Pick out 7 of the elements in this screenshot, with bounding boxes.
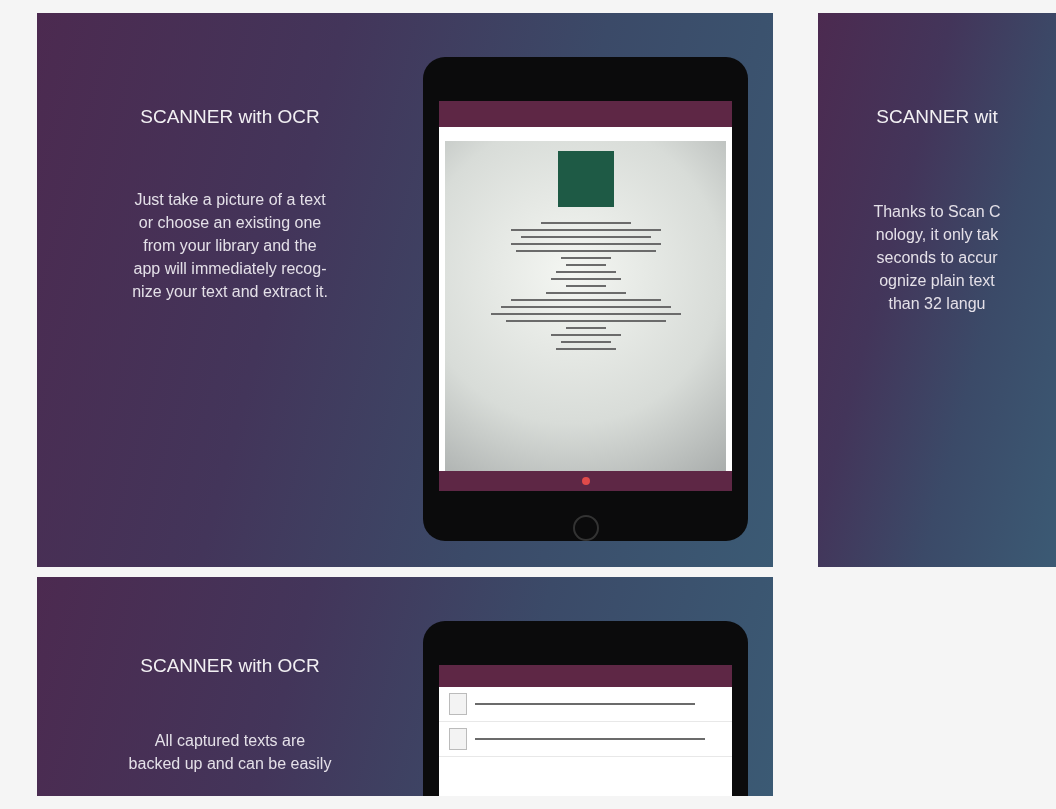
slide-title: SCANNER wit (876, 106, 998, 128)
slide-description: All captured texts are backed up and can be easily (128, 731, 332, 774)
slide-title: SCANNER with OCR (140, 655, 320, 677)
slide-title: SCANNER with OCR (140, 106, 320, 128)
home-button-icon (572, 515, 599, 541)
slide-description: Thanks to Scan C nology, it only tak seconds to accur ognize plain text than 32 langu (873, 202, 1001, 314)
slide-description: Just take a picture of a text or choose an existing one from your library and the app will immediately recog- nize your text and extract it. (132, 190, 328, 302)
